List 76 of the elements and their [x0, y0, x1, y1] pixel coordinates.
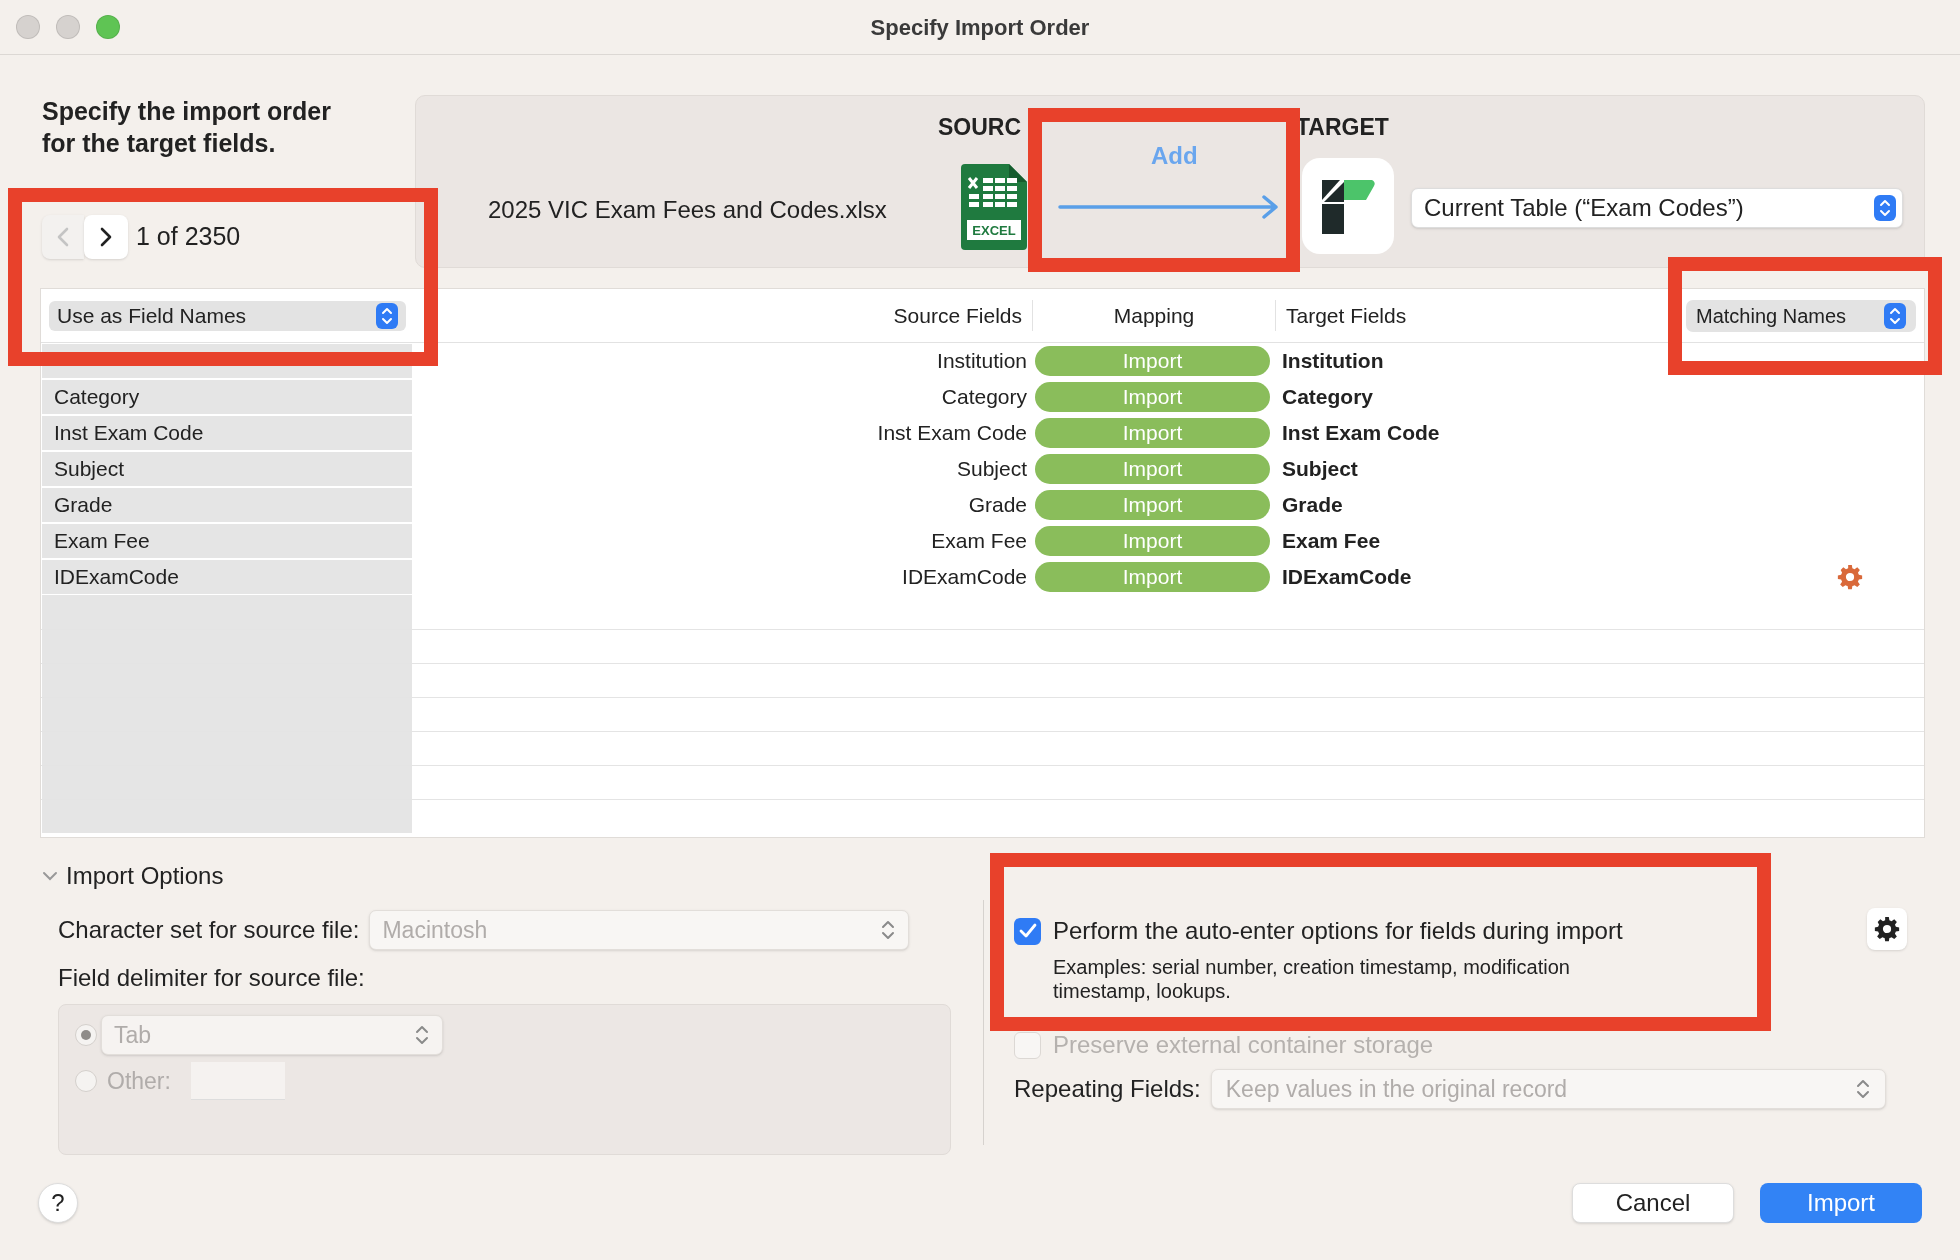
target-field: Institution	[1270, 345, 1825, 377]
target-field: Inst Exam Code	[1270, 417, 1825, 449]
radio-button[interactable]	[75, 1070, 97, 1092]
source-field: IDExamCode	[412, 561, 1035, 593]
import-mapping-button[interactable]: Import	[1035, 562, 1270, 592]
delimiter-popup[interactable]: Tab	[101, 1015, 443, 1055]
action-label: Add	[1151, 141, 1198, 171]
target-heading: TARGET	[1296, 113, 1389, 142]
source-field: Inst Exam Code	[412, 417, 1035, 449]
instructions-text: Specify the import order for the target fields.	[42, 96, 332, 159]
checkmark-icon	[1018, 923, 1037, 939]
import-mapping-button[interactable]: Import	[1035, 346, 1270, 376]
record-value-cell: Exam Fee	[42, 524, 412, 558]
source-file-name: 2025 VIC Exam Fees and Codes.xlsx	[488, 195, 887, 225]
chevron-left-icon	[56, 226, 70, 248]
source-field: Subject	[412, 453, 1035, 485]
column-header[interactable]: Source Fields	[413, 299, 1033, 332]
import-mapping-button[interactable]: Import	[1035, 454, 1270, 484]
file-type-label: EXCEL	[971, 222, 1017, 240]
dialog-button[interactable]: Cancel	[1572, 1183, 1734, 1223]
source-field: Category	[412, 381, 1035, 413]
window-control-button[interactable]	[96, 15, 120, 39]
record-counter: 1 of 2350	[136, 221, 241, 253]
stepper-icon	[414, 1023, 430, 1047]
source-field: Grade	[412, 489, 1035, 521]
next-button[interactable]	[84, 215, 128, 259]
help-button[interactable]: ?	[38, 1183, 78, 1223]
checkbox-label[interactable]: Perform the auto-enter options for fields during import	[1053, 913, 1623, 949]
window-control-button[interactable]	[16, 15, 40, 39]
chevron-right-icon	[99, 226, 113, 248]
source-field: Institution	[412, 345, 1035, 377]
dialog-button[interactable]: Import	[1760, 1183, 1922, 1223]
charset-popup[interactable]: Macintosh	[369, 910, 910, 950]
stepper-icon	[1854, 1077, 1871, 1101]
source-heading: SOURC	[938, 113, 1022, 142]
settings-button[interactable]	[1867, 908, 1907, 950]
column-header[interactable]: Mapping	[1033, 299, 1276, 332]
record-value-cell: Category	[42, 380, 412, 414]
import-mapping-button[interactable]: Import	[1035, 490, 1270, 520]
record-value-cell: IDExamCode	[42, 560, 412, 594]
checkbox[interactable]	[1014, 917, 1041, 945]
other-delimiter-field[interactable]	[190, 1062, 285, 1100]
stepper-icon	[880, 918, 897, 942]
import-mapping-button[interactable]: Import	[1035, 526, 1270, 556]
other-label: Other:	[107, 1066, 171, 1096]
settings-icon	[1874, 916, 1900, 942]
stepper-icon	[376, 302, 398, 329]
charset-label: Character set for source file:	[58, 915, 360, 945]
record-value-cell: Grade	[42, 488, 412, 522]
target-field: Exam Fee	[1270, 525, 1825, 557]
matching-names-popup[interactable]: Matching Names	[1686, 299, 1916, 332]
target-table-popup[interactable]: Current Table (“Exam Codes”)	[1411, 188, 1903, 228]
repeating-fields-label: Repeating Fields:	[1014, 1074, 1201, 1104]
spreadsheet-icon	[961, 164, 1027, 250]
window-control-button[interactable]	[56, 15, 80, 39]
target-field: Grade	[1270, 489, 1825, 521]
import-mapping-button[interactable]: Import	[1035, 382, 1270, 412]
window-title: Specify Import Order	[870, 13, 1090, 42]
record-value-cell: Subject	[42, 452, 412, 486]
import-mapping-button[interactable]: Import	[1035, 418, 1270, 448]
radio-button[interactable]	[75, 1024, 97, 1046]
gear-icon	[1837, 564, 1863, 590]
delimiter-label: Field delimiter for source file:	[58, 963, 366, 993]
stepper-icon	[1884, 302, 1906, 329]
stepper-icon	[1874, 195, 1896, 221]
section-title[interactable]: Import Options	[66, 858, 224, 894]
field-names-popup[interactable]: Use as Field Names	[49, 300, 406, 331]
target-field: IDExamCode	[1270, 561, 1825, 593]
repeating-fields-popup[interactable]: Keep values in the original record	[1210, 1069, 1886, 1109]
arrow-icon	[1058, 195, 1280, 219]
column-header[interactable]: Target Fields	[1276, 299, 1606, 332]
source-field: Exam Fee	[412, 525, 1035, 557]
auto-enter-note: Examples: serial number, creation timestamp, modification timestamp, lookups.	[1053, 955, 1571, 1003]
record-value-cell: Inst Exam Code	[42, 416, 412, 450]
target-field: Subject	[1270, 453, 1825, 485]
target-field: Category	[1270, 381, 1825, 413]
